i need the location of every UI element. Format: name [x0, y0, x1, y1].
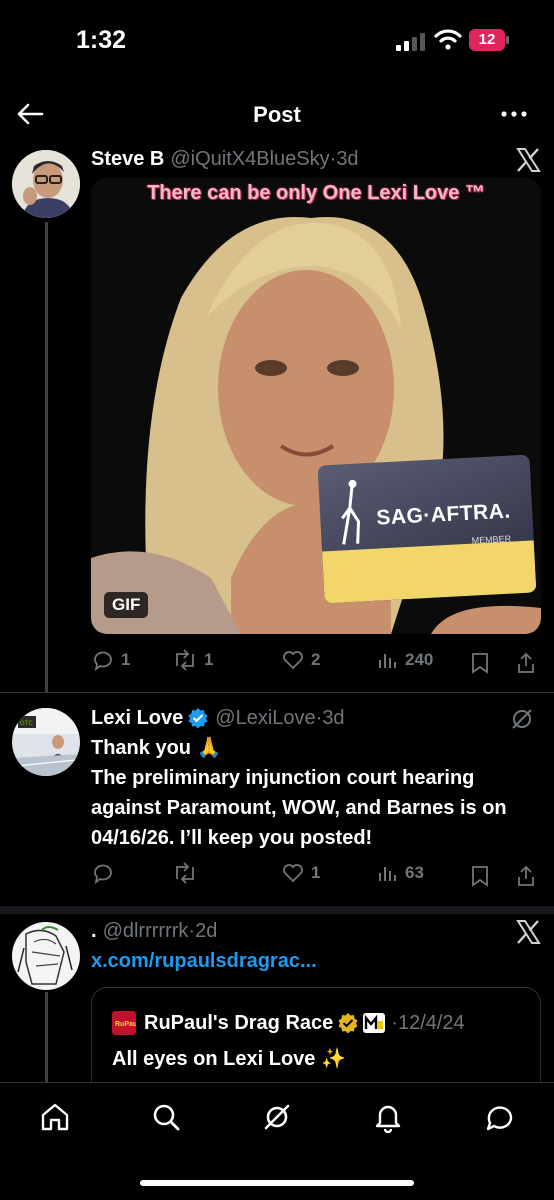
post-text-line1: Thank you 🙏 — [91, 737, 222, 759]
views-icon — [379, 654, 396, 668]
bookmark-icon[interactable] — [469, 861, 491, 891]
grok-icon[interactable] — [261, 1101, 293, 1133]
card-member: MEMBER — [471, 533, 512, 546]
avatar[interactable] — [12, 922, 80, 990]
author-name[interactable]: Steve B — [91, 148, 164, 171]
reply-count: 1 — [121, 650, 131, 669]
reply-button[interactable]: 1 — [91, 645, 130, 675]
repost-button[interactable]: 1 — [172, 645, 213, 675]
bookmark-icon[interactable] — [469, 648, 491, 678]
search-icon[interactable] — [150, 1101, 182, 1133]
sag-aftra-card: SAG·AFTRA. MEMBER — [317, 454, 537, 604]
like-icon — [283, 864, 303, 883]
gif-badge: GIF — [104, 592, 149, 618]
views-count: 240 — [405, 650, 434, 669]
views-count: 63 — [405, 863, 424, 882]
post-meta: Lexi Love @LexiLove · 3d — [91, 705, 345, 731]
separator-dot: · — [315, 706, 323, 729]
reply-button[interactable] — [91, 858, 121, 888]
like-button[interactable]: 1 — [281, 858, 320, 888]
post-time: 2d — [195, 919, 218, 942]
divider — [0, 692, 554, 693]
author-name[interactable]: Lexi Love — [91, 707, 183, 730]
post-steve-b[interactable]: Steve B @iQuitX4BlueSky · 3d There can b… — [0, 0, 554, 700]
avatar[interactable] — [12, 150, 80, 218]
separator-dot: · — [391, 1011, 398, 1034]
author-handle[interactable]: @iQuitX4BlueSky — [170, 148, 329, 171]
x-logo-icon[interactable] — [514, 918, 542, 946]
svg-text:GTC: GTC — [20, 721, 33, 727]
quoted-author-name[interactable]: RuPaul's Drag Race — [144, 1012, 333, 1035]
grok-icon[interactable] — [508, 705, 536, 733]
views-icon — [379, 867, 396, 881]
repost-icon — [176, 862, 194, 884]
notifications-icon[interactable] — [372, 1101, 404, 1133]
quoted-post-time: 12/4/24 — [397, 1011, 465, 1034]
author-handle[interactable]: @LexiLove — [215, 707, 315, 730]
views-button[interactable]: 63 — [377, 858, 424, 888]
home-indicator — [140, 1180, 414, 1186]
repost-count: 1 — [204, 650, 214, 669]
mtv-affiliate-icon — [363, 1013, 386, 1033]
verified-badge-icon — [188, 708, 208, 729]
post-meta: Steve B @iQuitX4BlueSky · 3d — [91, 146, 359, 172]
post-actions: 1 1 2 240 — [91, 645, 541, 675]
post-media-gif[interactable]: There can be only One Lexi Love ™ SAG·AF… — [91, 178, 541, 634]
thread-line — [45, 992, 48, 1082]
thread-line — [45, 222, 48, 692]
reply-icon — [94, 651, 112, 672]
post-time: 3d — [322, 706, 345, 729]
separator-dot: · — [188, 919, 196, 942]
sag-aftra-logo-icon — [341, 479, 361, 545]
rupaul-avatar[interactable]: RuPaul — [112, 1011, 136, 1035]
reply-icon — [94, 864, 112, 885]
author-handle[interactable]: @dlrrrrrrk — [103, 920, 189, 943]
post-actions: 1 63 — [91, 858, 541, 888]
repost-icon — [176, 649, 194, 671]
home-icon[interactable] — [39, 1101, 71, 1133]
x-logo-icon[interactable] — [514, 146, 542, 174]
quoted-post-meta: RuPaul RuPaul's Drag Race · 12/4/24 — [112, 1010, 465, 1036]
separator-dot: · — [329, 147, 337, 170]
svg-text:RuPaul: RuPaul — [115, 1021, 136, 1028]
media-caption: There can be only One Lexi Love ™ — [147, 182, 485, 204]
post-time: 3d — [336, 147, 359, 170]
views-button[interactable]: 240 — [377, 645, 433, 675]
like-icon — [283, 651, 303, 670]
divider — [0, 906, 554, 914]
like-count: 1 — [311, 863, 321, 882]
quoted-post-text: All eyes on Lexi Love ✨ — [112, 1048, 346, 1070]
post-text: The preliminary injunction court hearing… — [91, 767, 507, 849]
gold-verified-badge-icon — [338, 1013, 358, 1034]
like-button[interactable]: 2 — [281, 645, 320, 675]
messages-icon[interactable] — [483, 1101, 515, 1133]
author-name[interactable]: . — [91, 920, 97, 943]
avatar[interactable]: GTC — [12, 708, 80, 776]
share-icon[interactable] — [515, 648, 537, 678]
repost-button[interactable] — [172, 858, 204, 888]
card-label: SAG·AFTRA. — [375, 499, 512, 530]
like-count: 2 — [311, 650, 321, 669]
share-icon[interactable] — [515, 861, 537, 891]
post-meta: . @dlrrrrrrk · 2d — [91, 918, 217, 944]
post-link[interactable]: x.com/rupaulsdragrac... — [91, 950, 317, 973]
